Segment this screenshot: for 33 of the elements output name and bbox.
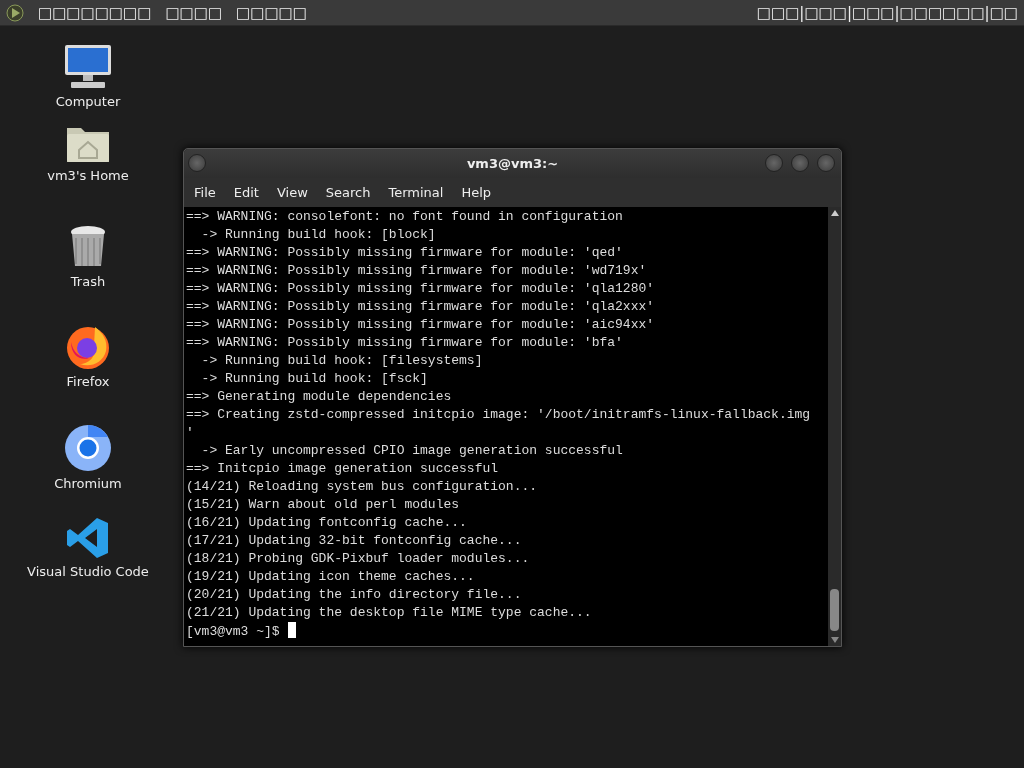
- panel-menu[interactable]: □□□□: [165, 3, 223, 22]
- menu-item[interactable]: Search: [325, 185, 380, 200]
- panel-clock: □□□|□□□|□□□|□□□□□□|□□: [756, 3, 1018, 22]
- desktop-icon-label[interactable]: vm3's Home: [47, 168, 129, 183]
- shell-prompt: [vm3@vm3 ~]$: [186, 624, 280, 639]
- firefox-icon: [65, 324, 111, 370]
- computer-icon: [63, 44, 113, 90]
- panel-menu[interactable]: □□□□□: [236, 3, 307, 22]
- scroll-down-icon[interactable]: [830, 637, 839, 643]
- terminal-output: ==> WARNING: consolefont: no font found in configuration -> Running build hook: [block] ==> WARNING: Possibly missing firmware for module: 'qed' ==> WARNING: Possibly missing firmware for module: 'wd719x' ==> WARNING: Possibly missing firmware for module: 'qla1280' ==> WARNING: Possibly missing firmware for module: 'qla2xxx' ==> WARNING: Possibly missing firmware for module: 'aic94xx' ==> WARNING: Possibly missing firmware for module: 'bfa' -> Running build hook: [filesystems] -> Running build hook: [fsck] ==> Generating module dependencies ==> Creating zstd-compressed initcpio image: '/boot/initramfs-linux-fallback.img ' -> Early uncompressed CPIO image generation successful ==> Initcpio image generation successful (14/21) Reloading system bus configuration... (15/21) Warn about old perl modules (16/21) Updating fontconfig cache... (17/21) Updating 32-bit fontconfig cache... (18/21) Probing GDK-Pixbuf loader modules... (19/21) Updating icon theme caches... (20/21) Updating the info directory file... (21/21) Updating the desktop file MIME type cache... [vm3@vm3 ~]$: [185, 208, 812, 641]
- window-menu-button[interactable]: [188, 154, 206, 172]
- code-editor-icon: [66, 516, 110, 560]
- scroll-up-icon[interactable]: [830, 210, 839, 216]
- desktop-icon-label[interactable]: Chromium: [54, 476, 122, 491]
- desktop-icon-label[interactable]: Trash: [70, 274, 106, 289]
- panel-menu[interactable]: □□□□□□□□: [38, 3, 152, 22]
- chromium-icon: [64, 424, 112, 472]
- desktop-icon-label[interactable]: Firefox: [66, 374, 110, 389]
- menu-item[interactable]: Terminal: [388, 185, 453, 200]
- menu-item[interactable]: Help: [461, 185, 501, 200]
- maximize-button[interactable]: [791, 154, 809, 172]
- text-cursor: [287, 622, 296, 638]
- window-title: vm3@vm3:~: [466, 156, 559, 171]
- desktop-icon-label[interactable]: Visual Studio Code: [27, 564, 149, 579]
- scrollbar-thumb[interactable]: [830, 589, 839, 631]
- menu-item[interactable]: View: [276, 185, 317, 200]
- desktop-icon-label[interactable]: Computer: [55, 94, 121, 109]
- scrollbar[interactable]: [828, 207, 841, 646]
- minimize-button[interactable]: [765, 154, 783, 172]
- close-button[interactable]: [817, 154, 835, 172]
- menu-item[interactable]: File: [194, 185, 225, 200]
- menu-item[interactable]: Edit: [233, 185, 268, 200]
- play-icon[interactable]: [6, 3, 24, 22]
